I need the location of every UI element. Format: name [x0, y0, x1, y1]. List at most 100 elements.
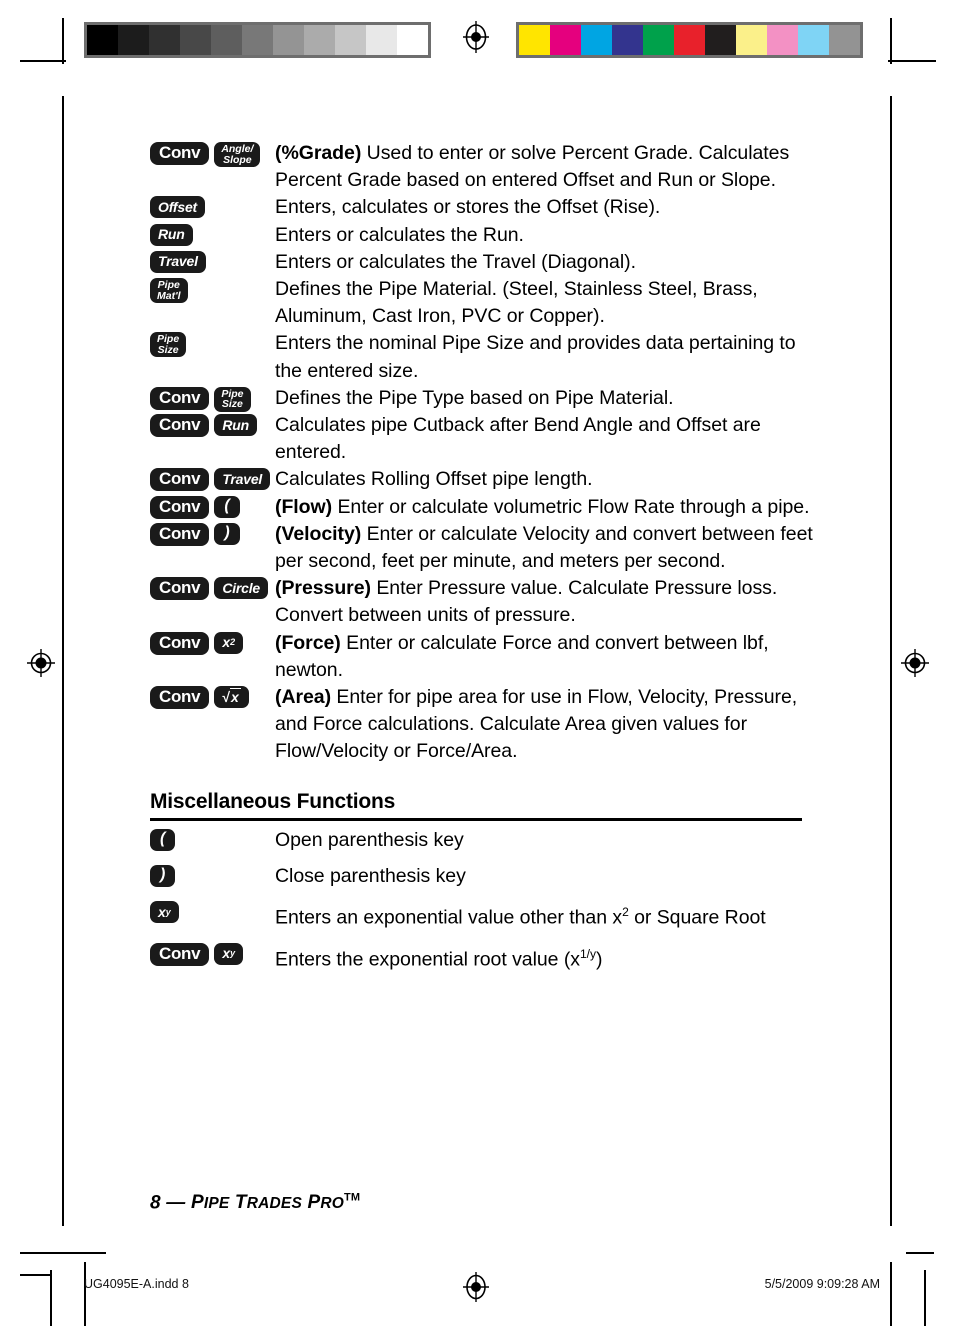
- misc-functions-heading: Miscellaneous Functions: [150, 789, 396, 813]
- trim-line-right: [890, 96, 892, 1226]
- footer-product-cap2: T: [234, 1192, 247, 1214]
- trim-line-left: [62, 96, 64, 1226]
- key-combination: Pipe Mat'l: [150, 276, 275, 304]
- description-lead: (Pressure): [275, 577, 371, 600]
- key-description: (Velocity) Enter or calculate Velocity a…: [275, 522, 813, 573]
- key-combination: Conv Pipe Size: [150, 385, 275, 412]
- key-angle-slope: Angle/Slope: [214, 142, 261, 167]
- exponent-notation: 1/y: [579, 946, 596, 961]
- key-square-root: √x: [214, 686, 249, 709]
- key-travel: Travel: [214, 468, 271, 491]
- key-combination: Conv Angle/Slope: [150, 140, 275, 167]
- grayscale-calibration-bar: [84, 22, 431, 58]
- key-line-2: Size: [157, 343, 179, 356]
- crop-mark-bottom-left-v2: [84, 1262, 86, 1326]
- key-conv: Conv: [150, 522, 210, 546]
- misc-function-row: (Open parenthesis key: [150, 827, 814, 854]
- gray-swatch-9: [366, 25, 397, 55]
- key-run: Run: [150, 223, 193, 246]
- key-reference-row: Conv √x (Area) Enter for pipe area for use…: [150, 684, 814, 766]
- color-swatch-8: [767, 25, 798, 55]
- footer-product-name: PIPE TRADES PROTM: [191, 1192, 360, 1213]
- crop-mark-bottom-left-h: [20, 1252, 106, 1254]
- gray-swatch-0: [87, 25, 118, 55]
- key-reference-row: Run Enters or calculates the Run.: [150, 222, 814, 249]
- key-combination: Offset: [150, 194, 275, 219]
- key-description: (Area) Enter for pipe area for use in Fl…: [275, 686, 798, 763]
- exponent-notation: 2: [622, 905, 629, 920]
- key-x-squared: x2: [214, 631, 244, 654]
- key-reference-row: Conv Travel Calculates Rolling Offset pipe…: [150, 466, 814, 493]
- color-swatch-10: [829, 25, 860, 55]
- key-description: (Force) Enter or calculate Force and con…: [275, 631, 769, 681]
- crop-mark-bottom-left-v: [50, 1270, 52, 1326]
- crop-mark-top-left-h: [20, 60, 66, 62]
- key-combination: ): [150, 863, 275, 887]
- key-line-2: Mat'l: [157, 289, 181, 302]
- key-conv: Conv: [150, 495, 210, 519]
- key-combination: Run: [150, 222, 275, 246]
- registration-mark-bottom-center: [463, 1272, 489, 1302]
- footer-product-rest3: RO: [320, 1195, 344, 1213]
- key-description: Calculates pipe Cutback after Bend Angle…: [275, 414, 761, 464]
- page-footer: 8 — PIPE TRADES PROTM: [150, 1192, 360, 1214]
- description-lead: (Force): [275, 631, 341, 654]
- key-line-1: Angle/: [221, 143, 254, 155]
- key-travel: Travel: [150, 250, 206, 273]
- misc-function-row: x y Enters an exponential value other than…: [150, 899, 814, 932]
- description-lead: (%Grade): [275, 142, 362, 164]
- misc-function-row: ) Close parenthesis key: [150, 863, 814, 890]
- footer-product-cap3: P: [307, 1192, 321, 1214]
- key-combination: Conv Circle: [150, 575, 275, 601]
- description-lead: (Flow): [275, 495, 333, 518]
- color-swatch-1: [550, 25, 581, 55]
- color-swatch-6: [705, 25, 736, 55]
- key-description: Enters the nominal Pipe Size and provide…: [275, 332, 796, 382]
- crop-mark-bottom-right-v2: [924, 1270, 926, 1326]
- crop-mark-bottom-right-h: [906, 1252, 934, 1254]
- key-conv: Conv: [150, 577, 210, 601]
- key-pipe-mat-l: Pipe Mat'l: [150, 278, 188, 304]
- key-x-to-the-y: xy: [150, 901, 179, 924]
- misc-functions-list: (Open parenthesis key) Close parenthesis …: [150, 827, 814, 974]
- key-reference-row: Conv) (Velocity) Enter or calculate Veloc…: [150, 521, 814, 575]
- key-description: (Pressure) Enter Pressure value. Calcula…: [275, 577, 778, 627]
- key-line-2: Size: [221, 398, 243, 411]
- color-swatch-4: [643, 25, 674, 55]
- color-calibration-bar: [516, 22, 863, 58]
- key-conv: Conv: [150, 386, 210, 410]
- key-reference-row: Pipe Mat'l Defines the Pipe Material. (Ste…: [150, 276, 814, 330]
- key-reference-row: Conv Pipe Size Defines the Pipe Type based …: [150, 385, 814, 412]
- gray-swatch-2: [149, 25, 180, 55]
- key-reference-row: Pipe Size Enters the nominal Pipe Size and…: [150, 330, 814, 384]
- color-swatch-0: [519, 25, 550, 55]
- crop-mark-bottom-right-v: [890, 1262, 892, 1326]
- key-combination: Conv x 2: [150, 630, 275, 655]
- key-description: Enters, calculates or stores the Offset …: [275, 196, 661, 219]
- key-offset: Offset: [150, 196, 205, 219]
- key-reference-row: Travel Enters or calculates the Travel (D…: [150, 249, 814, 276]
- key-description: Enters an exponential value other than x…: [275, 905, 766, 929]
- key-combination: Conv √x: [150, 684, 275, 710]
- crop-mark-bottom-left-h2: [20, 1274, 52, 1276]
- key-open-parenthesis: (: [214, 495, 240, 518]
- footer-page-number: 8: [150, 1192, 161, 1214]
- key-conv: Conv: [150, 414, 210, 438]
- description-lead: (Velocity): [275, 522, 362, 545]
- section-divider: [150, 817, 802, 821]
- key-reference-row: Conv Circle (Pressure) Enter Pressure valu…: [150, 575, 814, 629]
- gray-swatch-10: [397, 25, 428, 55]
- key-description: Close parenthesis key: [275, 864, 466, 887]
- key-run: Run: [214, 414, 257, 437]
- description-lead: (Area): [275, 686, 332, 709]
- print-slug-timestamp: 5/5/2009 9:09:28 AM: [764, 1277, 880, 1291]
- key-combination: xy: [150, 899, 275, 924]
- gray-swatch-6: [273, 25, 304, 55]
- key-combination: Conv): [150, 521, 275, 546]
- gray-swatch-7: [304, 25, 335, 55]
- key-pipe-size: Pipe Size: [214, 386, 251, 412]
- key-conv: Conv: [150, 686, 210, 710]
- key-combination: (: [150, 827, 275, 851]
- key-line-1: Pipe: [157, 279, 180, 292]
- key-line-2: Slope: [223, 153, 252, 166]
